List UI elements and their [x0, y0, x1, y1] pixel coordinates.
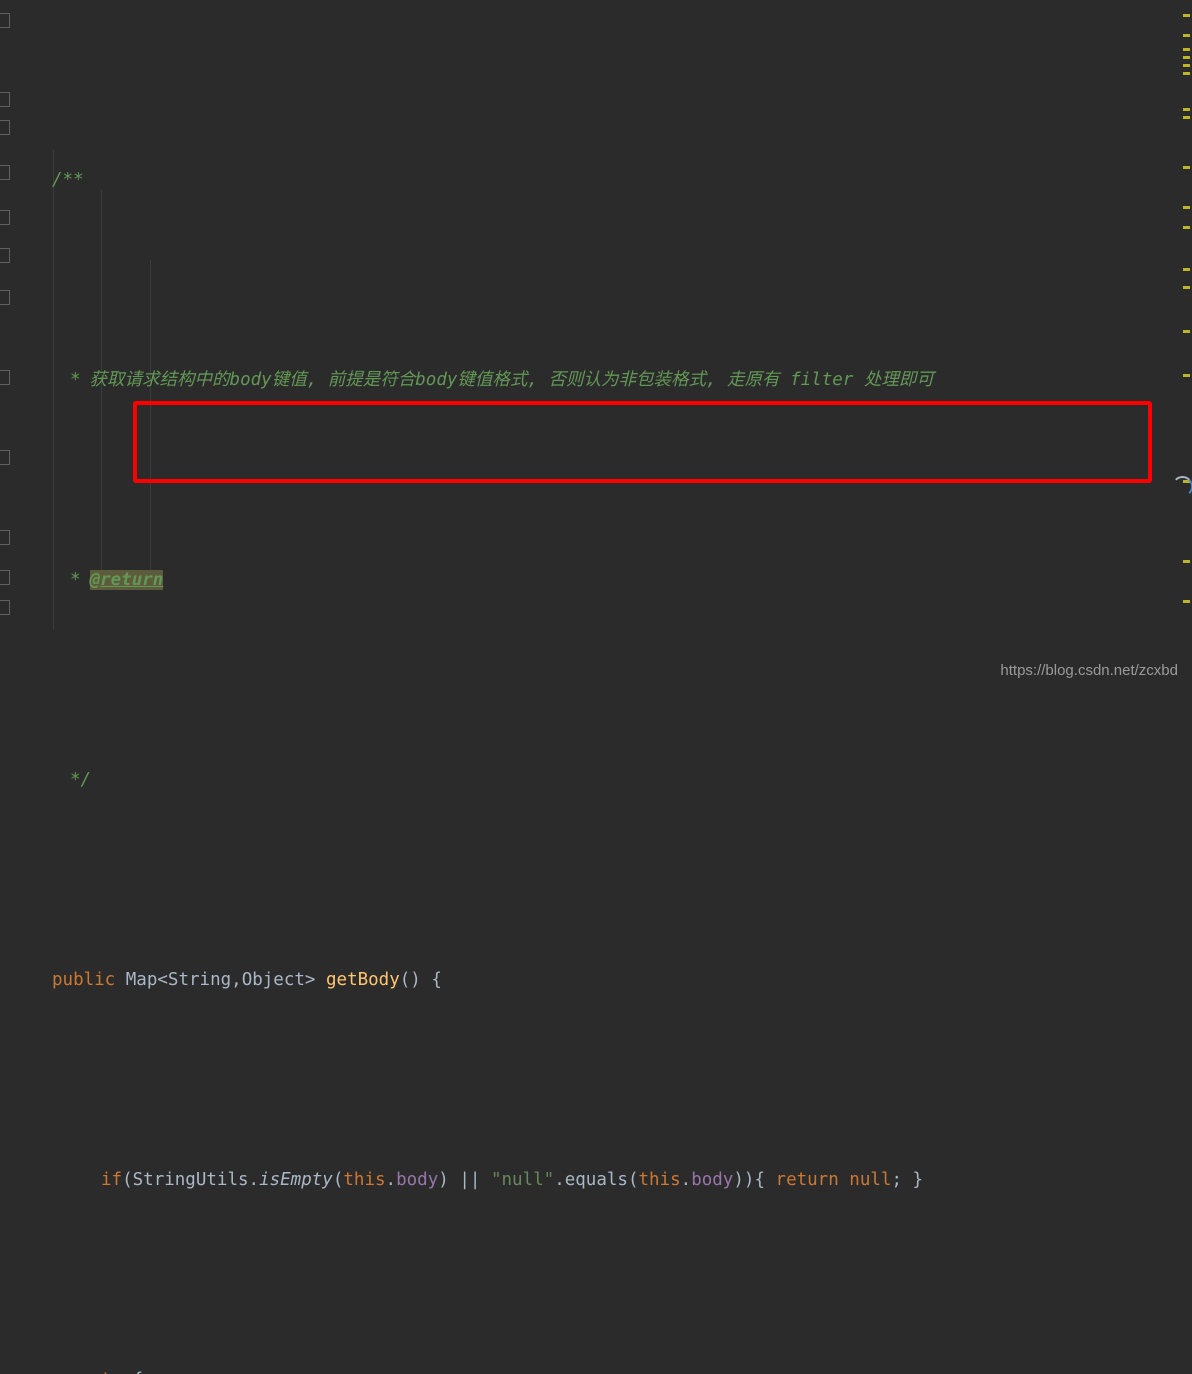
dot: . [385, 1170, 397, 1190]
code-line[interactable]: */ [0, 760, 1192, 800]
marker-stripe-item[interactable] [1183, 330, 1190, 333]
code-content[interactable]: /** * 获取请求结构中的body键值, 前提是符合body键值格式, 否则认为… [0, 0, 1192, 1374]
marker-stripe-item[interactable] [1183, 206, 1190, 209]
marker-stripe-item[interactable] [1183, 560, 1190, 563]
code-line[interactable]: if(StringUtils.isEmpty(this.body) || "nu… [0, 1160, 1192, 1200]
fold-marker[interactable] [0, 210, 10, 225]
string-null: "null" [490, 1170, 555, 1190]
fold-marker[interactable] [0, 92, 10, 107]
paren: ( [627, 1170, 639, 1190]
javadoc-star: * [70, 570, 81, 590]
marker-stripe-item[interactable] [1183, 72, 1190, 75]
brace-open: { [431, 970, 442, 990]
keyword-public: public [52, 970, 116, 990]
paren: ( [332, 1170, 344, 1190]
javadoc-return-tag: @return [89, 570, 164, 590]
code-line[interactable]: /** [0, 160, 1192, 200]
fold-marker[interactable] [0, 600, 10, 615]
javadoc-open: /** [52, 170, 84, 190]
paren: ) [438, 1170, 449, 1190]
comma: , [231, 970, 242, 990]
fold-marker[interactable] [0, 450, 10, 465]
code-line[interactable]: try{ [0, 1360, 1192, 1374]
fold-marker[interactable] [0, 248, 10, 263]
fold-marker[interactable] [0, 570, 10, 585]
javadoc-comment-text: 获取请求结构中的body键值, 前提是符合body键值格式, 否则认为非包装格式… [89, 370, 934, 390]
fold-marker[interactable] [0, 530, 10, 545]
semicolon: ; [891, 1170, 902, 1190]
keyword-this: this [343, 1170, 386, 1190]
field-body: body [396, 1170, 439, 1190]
type-string: String [167, 970, 232, 990]
editor-gutter[interactable] [0, 0, 14, 687]
marker-stripe-item[interactable] [1183, 34, 1190, 37]
marker-stripe-item[interactable] [1183, 226, 1190, 229]
operator-or: || [459, 1170, 481, 1190]
brace-open: { [754, 1170, 765, 1190]
field-body: body [691, 1170, 734, 1190]
fold-marker[interactable] [0, 120, 10, 135]
marker-stripe-item[interactable] [1183, 268, 1190, 271]
generic-close: > [304, 970, 316, 990]
fold-marker[interactable] [0, 165, 10, 180]
dot: . [554, 1170, 565, 1190]
code-line[interactable]: * @return [0, 560, 1192, 600]
code-line[interactable]: * 获取请求结构中的body键值, 前提是符合body键值格式, 否则认为非包装格… [0, 360, 1192, 400]
watermark-url: https://blog.csdn.net/zcxbd [1000, 662, 1178, 679]
keyword-if: if [101, 1170, 123, 1190]
method-equals: equals [564, 1170, 628, 1190]
marker-stripe-item[interactable] [1183, 48, 1190, 51]
keyword-try: try [101, 1370, 133, 1374]
type-map: Map [125, 970, 158, 990]
generic-open: < [157, 970, 168, 990]
keyword-this: this [638, 1170, 681, 1190]
fold-marker[interactable] [0, 13, 10, 28]
code-editor[interactable]: /** * 获取请求结构中的body键值, 前提是符合body键值格式, 否则认为… [0, 0, 1192, 1374]
validation-marker-stripe[interactable] [1172, 0, 1192, 687]
dot: . [248, 1170, 260, 1190]
keyword-return: return [775, 1170, 839, 1190]
analysis-progress-icon [1172, 476, 1192, 497]
brace-close: } [912, 1170, 924, 1190]
marker-stripe-item[interactable] [1183, 116, 1190, 119]
marker-stripe-item[interactable] [1183, 166, 1190, 169]
javadoc-star: * [70, 370, 81, 390]
fold-marker[interactable] [0, 290, 10, 305]
parens: () [399, 970, 421, 990]
literal-null: null [849, 1170, 892, 1190]
marker-stripe-item[interactable] [1183, 286, 1190, 289]
code-line[interactable]: public Map<String,Object> getBody() { [0, 960, 1192, 1000]
brace-open: { [133, 1370, 144, 1374]
marker-stripe-item[interactable] [1183, 108, 1190, 111]
dot: . [680, 1170, 692, 1190]
marker-stripe-item[interactable] [1183, 14, 1190, 17]
marker-stripe-item[interactable] [1183, 374, 1190, 377]
class-stringutils: StringUtils [132, 1170, 249, 1190]
type-object: Object [241, 970, 305, 990]
javadoc-close: */ [70, 770, 92, 790]
paren: )) [733, 1170, 755, 1190]
paren: ( [122, 1170, 133, 1190]
method-name-getbody: getBody [326, 970, 400, 990]
fold-marker[interactable] [0, 370, 10, 385]
marker-stripe-item[interactable] [1183, 64, 1190, 67]
marker-stripe-item[interactable] [1183, 56, 1190, 59]
marker-stripe-item[interactable] [1183, 600, 1190, 603]
method-isempty: isEmpty [259, 1170, 333, 1190]
